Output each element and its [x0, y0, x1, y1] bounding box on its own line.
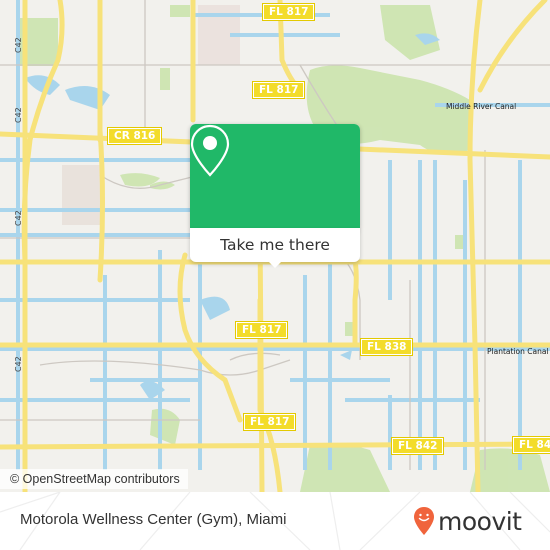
take-me-there-button[interactable]: Take me there: [190, 228, 360, 262]
osm-attribution[interactable]: © OpenStreetMap contributors: [0, 469, 188, 489]
road-label-c42: C42: [14, 37, 23, 53]
popup-header[interactable]: [190, 124, 360, 228]
road-label-cr816: CR 816: [106, 127, 163, 145]
place-name: Motorola Wellness Center (Gym), Miami: [20, 511, 287, 528]
road-label-fl842: FL 842: [511, 436, 550, 454]
canal-label-middle-river: Middle River Canal: [446, 102, 517, 111]
brand-wordmark: moovit: [438, 506, 522, 536]
destination-popup: Take me there: [190, 124, 360, 268]
map-pin-icon: [190, 124, 230, 177]
road-label-fl817: FL 817: [261, 3, 316, 21]
moovit-pin-icon: [414, 507, 434, 535]
road-label-fl842: FL 842: [390, 437, 445, 455]
road-label-c42: C42: [14, 356, 23, 372]
road-label-c42: C42: [14, 210, 23, 226]
road-label-c42: C42: [14, 107, 23, 123]
road-label-fl817: FL 817: [242, 413, 297, 431]
moovit-logo[interactable]: moovit: [413, 504, 522, 538]
road-label-fl817: FL 817: [234, 321, 289, 339]
map-view[interactable]: FL 817 FL 817 CR 816 FL 817 FL 838 FL 81…: [0, 0, 550, 492]
road-label-fl838: FL 838: [359, 338, 414, 356]
popup-pointer: [267, 260, 283, 268]
canal-label-plantation: Plantation Canal: [487, 347, 549, 356]
road-label-fl817: FL 817: [251, 81, 306, 99]
